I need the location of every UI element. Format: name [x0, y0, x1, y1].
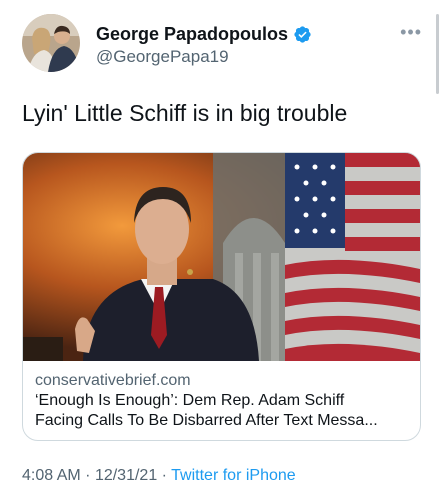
tweet-text: Lyin' Little Schiff is in big trouble [22, 100, 348, 126]
tweet-date[interactable]: 12/31/21 [95, 467, 157, 484]
link-card-meta: conservativebrief.com ‘Enough Is Enough’… [35, 371, 410, 431]
display-name[interactable]: George Papadopoulos [96, 24, 288, 45]
link-card-image [23, 153, 420, 361]
tweet-header: George Papadopoulos @GeorgePapa19 ••• [22, 14, 422, 74]
link-card[interactable]: conservativebrief.com ‘Enough Is Enough’… [22, 152, 421, 441]
link-domain: conservativebrief.com [35, 372, 191, 389]
user-handle[interactable]: @GeorgePapa19 [96, 47, 229, 67]
tweet-footer: 4:08 AM · 12/31/21 · Twitter for iPhone [22, 467, 296, 485]
link-title-line-1: ‘Enough Is Enough’: Dem Rep. Adam Schiff [35, 392, 345, 409]
more-options-icon[interactable]: ••• [400, 22, 422, 43]
avatar[interactable] [22, 14, 80, 72]
tweet-time[interactable]: 4:08 AM [22, 467, 81, 484]
link-title-line-2: Facing Calls To Be Disbarred After Text … [35, 412, 378, 429]
footer-separator: · [161, 467, 167, 484]
scrollbar[interactable] [436, 14, 439, 94]
verified-badge-icon [294, 26, 311, 43]
footer-separator: · [85, 467, 91, 484]
tweet-source-link[interactable]: Twitter for iPhone [171, 467, 296, 484]
